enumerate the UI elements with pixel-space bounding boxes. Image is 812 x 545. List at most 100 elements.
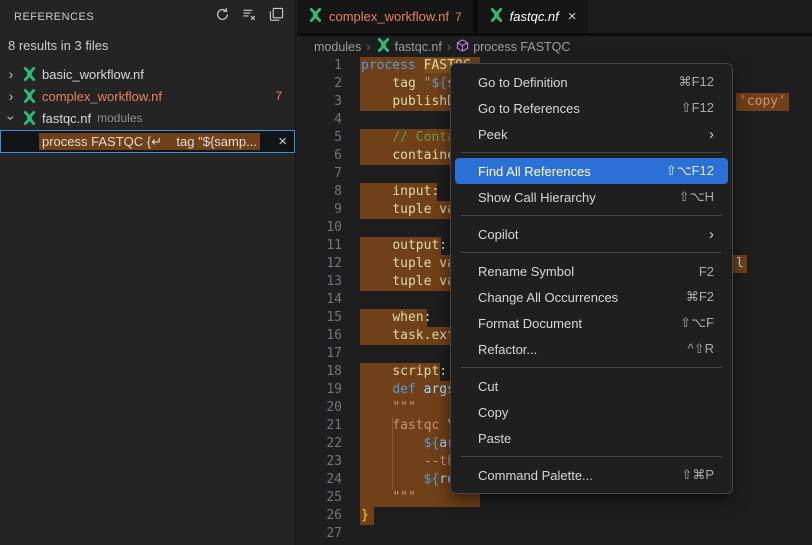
menu-item-shortcut: ⌘F2 <box>686 289 714 305</box>
breadcrumb: modules›fastqc.nf›process FASTQC <box>297 36 812 57</box>
menu-item-find-all-references[interactable]: Find All References⇧⌥F12 <box>455 158 728 184</box>
line-number: 19 <box>297 381 342 399</box>
menu-item-label: Go to Definition <box>478 75 679 90</box>
line-number: 13 <box>297 273 342 291</box>
line-number: 24 <box>297 471 342 489</box>
line-number: 10 <box>297 219 342 237</box>
menu-item-shortcut: ⌘F12 <box>679 74 714 90</box>
close-icon[interactable]: × <box>568 8 577 25</box>
menu-separator <box>461 252 722 253</box>
menu-item-label: Go to References <box>478 101 681 116</box>
code-text: tuple va <box>361 255 455 273</box>
menu-separator <box>461 456 722 457</box>
line-number: 9 <box>297 201 342 219</box>
menu-item-show-call-hierarchy[interactable]: Show Call Hierarchy⇧⌥H <box>455 184 728 210</box>
code-text: ${re <box>361 471 455 489</box>
nextflow-icon <box>376 38 391 55</box>
line-number: 4 <box>297 111 342 129</box>
tab-complex_workflow-nf[interactable]: complex_workflow.nf 7 <box>297 0 473 33</box>
menu-item-go-to-definition[interactable]: Go to Definition⌘F12 <box>455 69 728 95</box>
line-number: 3 <box>297 93 342 111</box>
panel-actions <box>213 8 285 26</box>
menu-item-go-to-references[interactable]: Go to References⇧F12 <box>455 95 728 121</box>
chevron-right-icon: › <box>0 66 22 82</box>
line-number: 6 <box>297 147 342 165</box>
nextflow-file-icon <box>22 111 42 125</box>
code-text: def args <box>361 381 455 399</box>
panel-title: REFERENCES <box>14 11 213 23</box>
nextflow-file-icon <box>22 89 42 103</box>
tab-label: fastqc.nf <box>510 9 559 24</box>
sidebar-item-basic_workflow-nf[interactable]: › basic_workflow.nf <box>0 63 295 85</box>
code-text: when: <box>361 309 431 327</box>
menu-item-peek[interactable]: Peek› <box>455 121 728 147</box>
menu-item-copy[interactable]: Copy <box>455 399 728 425</box>
line-number: 7 <box>297 165 342 183</box>
code-text: containe <box>361 147 455 165</box>
refresh-icon <box>215 7 230 27</box>
code-text: task.ext <box>361 327 455 345</box>
file-name: basic_workflow.nf <box>42 67 144 82</box>
results-file-tree: ›basic_workflow.nf›complex_workflow.nf7›… <box>0 63 295 129</box>
menu-item-shortcut: ⇧⌥F <box>680 315 714 331</box>
collapse-all-button[interactable] <box>267 8 285 26</box>
dismiss-reference-icon[interactable]: × <box>278 131 287 152</box>
menu-item-change-all-occurrences[interactable]: Change All Occurrences⌘F2 <box>455 284 728 310</box>
code-text: publishD <box>361 93 455 111</box>
menu-item-label: Change All Occurrences <box>478 290 686 305</box>
symbol-namespace-icon <box>456 39 469 55</box>
code-text-fragment: l <box>733 255 747 273</box>
clear-results-button[interactable] <box>240 8 258 26</box>
breadcrumb-label: fastqc.nf <box>395 40 442 54</box>
menu-item-label: Paste <box>478 431 714 446</box>
breadcrumb-item-process-FASTQC[interactable]: process FASTQC <box>456 39 570 55</box>
menu-item-cut[interactable]: Cut <box>455 373 728 399</box>
chevron-right-icon: › <box>0 88 22 104</box>
menu-item-refactor-[interactable]: Refactor...^⇧R <box>455 336 728 362</box>
refresh-button[interactable] <box>213 8 231 26</box>
line-number: 11 <box>297 237 342 255</box>
code-text: ${ar <box>361 435 455 453</box>
code-text: --th <box>361 453 455 471</box>
editor-tabbar: complex_workflow.nf 7 fastqc.nf × <box>297 0 812 36</box>
nextflow-file-icon <box>22 67 42 81</box>
code-text: tuple va <box>361 201 455 219</box>
menu-item-shortcut: ⇧F12 <box>681 100 714 116</box>
selected-reference-row[interactable]: process FASTQC {↵ tag "${samp... × <box>0 130 295 153</box>
line-number: 26 <box>297 507 342 525</box>
menu-item-label: Show Call Hierarchy <box>478 190 679 205</box>
references-sidebar: REFERENCES 8 results in 3 files ›basic_w… <box>0 0 296 545</box>
line-number: 21 <box>297 417 342 435</box>
menu-item-label: Format Document <box>478 316 680 331</box>
sidebar-item-fastqc-nf[interactable]: ›fastqc.nfmodules <box>0 107 295 129</box>
tabbar-empty-space <box>588 0 812 33</box>
menu-item-label: Copy <box>478 405 714 420</box>
menu-item-label: Cut <box>478 379 714 394</box>
menu-item-command-palette-[interactable]: Command Palette...⇧⌘P <box>455 462 728 488</box>
breadcrumb-item-fastqc-nf[interactable]: fastqc.nf <box>376 38 442 55</box>
menu-item-copilot[interactable]: Copilot› <box>455 221 728 247</box>
tab-badge: 7 <box>455 10 462 24</box>
menu-item-format-document[interactable]: Format Document⇧⌥F <box>455 310 728 336</box>
code-text: output: <box>361 237 447 255</box>
sidebar-item-complex_workflow-nf[interactable]: › complex_workflow.nf 7 <box>0 85 295 107</box>
menu-item-paste[interactable]: Paste <box>455 425 728 451</box>
line-number: 5 <box>297 129 342 147</box>
code-line: 27 <box>297 525 812 543</box>
line-number: 20 <box>297 399 342 417</box>
result-count-badge: 7 <box>275 89 282 103</box>
menu-item-shortcut: ^⇧R <box>688 341 714 357</box>
nextflow-file-icon <box>489 8 504 25</box>
breadcrumb-item-modules[interactable]: modules <box>314 40 361 54</box>
file-name: complex_workflow.nf <box>42 89 162 104</box>
menu-item-label: Peek <box>478 127 709 142</box>
vscode-window: REFERENCES 8 results in 3 files ›basic_w… <box>0 0 812 545</box>
menu-item-label: Refactor... <box>478 342 688 357</box>
menu-item-label: Find All References <box>478 164 666 179</box>
menu-item-rename-symbol[interactable]: Rename SymbolF2 <box>455 258 728 284</box>
tab-fastqc-nf[interactable]: fastqc.nf × <box>478 0 588 33</box>
tab-label: complex_workflow.nf <box>329 9 449 24</box>
menu-item-label: Copilot <box>478 227 709 242</box>
collapse-all-icon <box>269 7 284 27</box>
menu-item-label: Rename Symbol <box>478 264 699 279</box>
